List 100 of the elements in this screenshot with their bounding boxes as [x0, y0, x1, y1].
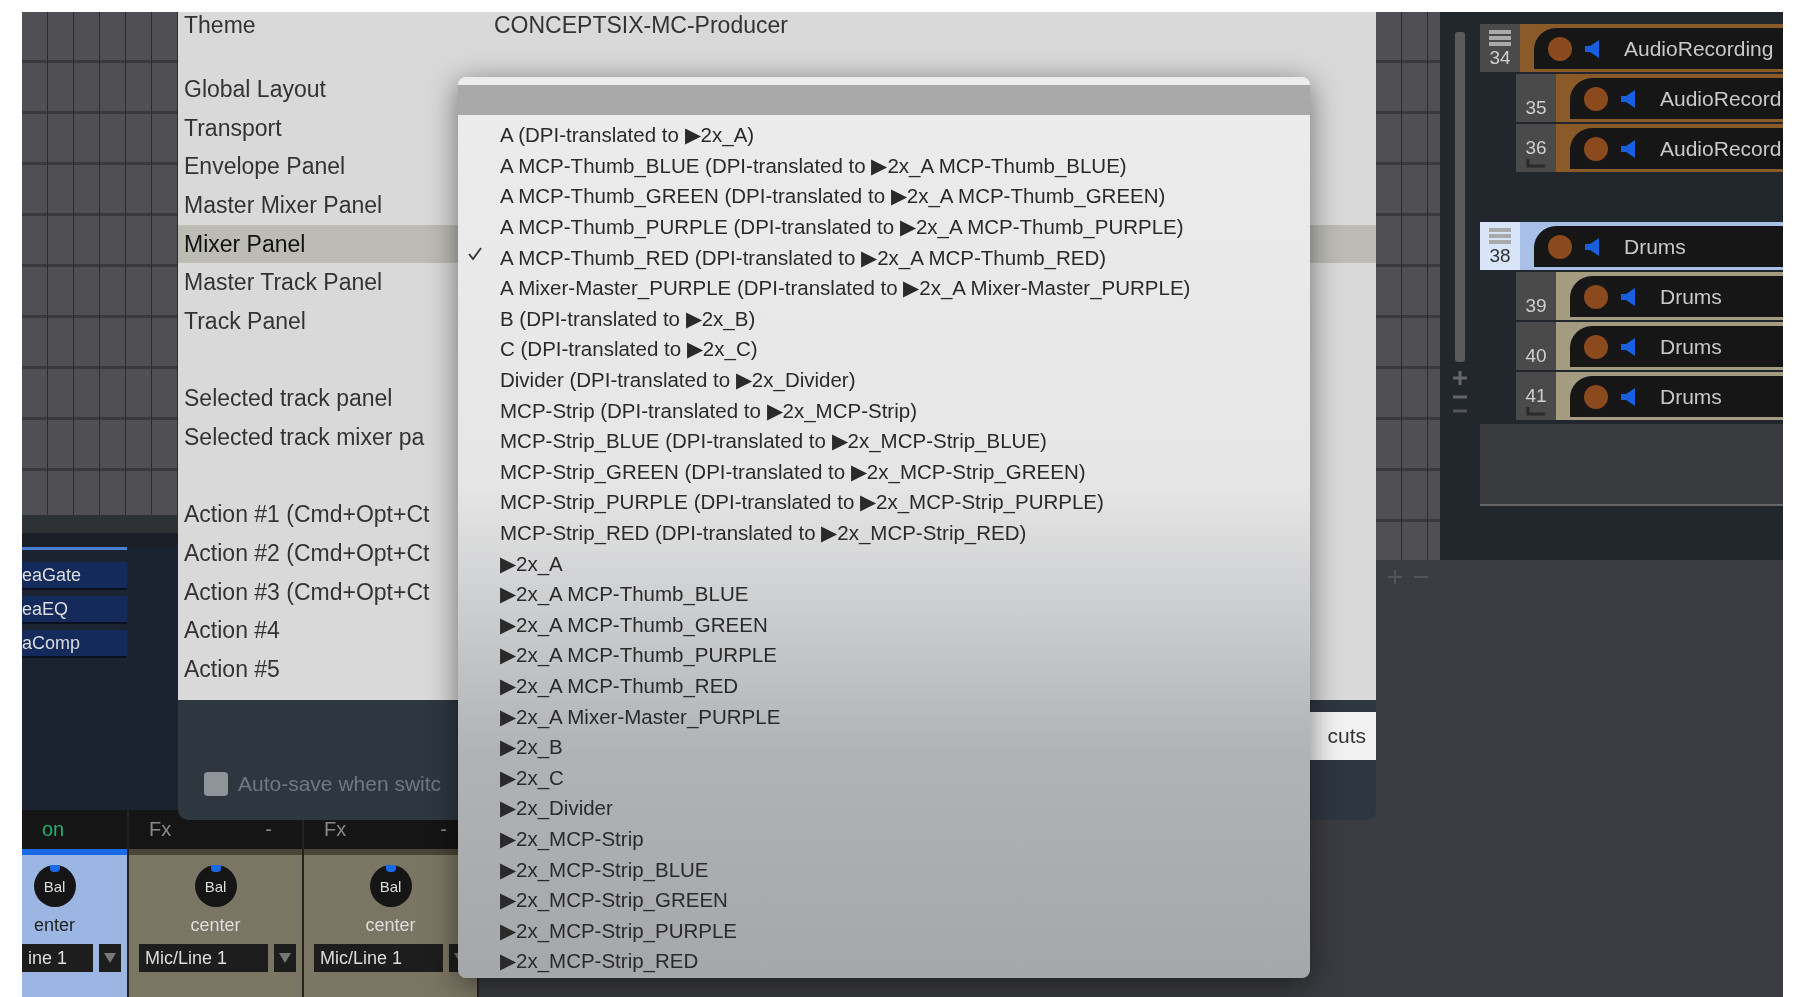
menu-item[interactable]: A MCP-Thumb_GREEN (DPI-translated to ▶2x_A MCP-Thumb_GREEN)	[458, 181, 1310, 212]
menu-item[interactable]: ▶2x_MCP-Strip	[458, 823, 1310, 855]
menu-item[interactable]: ▶2x_A	[458, 548, 1310, 579]
record-arm-button[interactable]	[1584, 384, 1608, 409]
checkmark-icon	[468, 247, 482, 262]
zoom-in-icon[interactable]	[1388, 570, 1402, 584]
speaker-icon[interactable]	[1620, 88, 1638, 109]
menu-item[interactable]: ▶2x_A MCP-Thumb_BLUE	[458, 578, 1310, 610]
menu-item[interactable]: A MCP-Thumb_BLUE (DPI-translated to ▶2x_A MCP-Thumb_BLUE)	[458, 150, 1310, 182]
record-arm-button[interactable]	[1584, 136, 1608, 161]
caret-icon	[279, 953, 291, 963]
menu-item[interactable]: MCP-Strip_PURPLE (DPI-translated to ▶2x_MCP-Strip_PURPLE)	[458, 487, 1310, 518]
track-name: AudioRecord	[1660, 86, 1782, 111]
zoom-out-icon[interactable]	[1452, 394, 1468, 400]
balance-knob[interactable]: Bal	[194, 865, 237, 907]
record-arm-button[interactable]	[1548, 234, 1572, 259]
menu-item[interactable]: MCP-Strip (DPI-translated to ▶2x_MCP-Strip)	[458, 395, 1310, 426]
theme-value: CONCEPTSIX-MC-Producer	[494, 12, 788, 39]
menu-item[interactable]: A (DPI-translated to ▶2x_A)	[458, 120, 1310, 151]
track-header[interactable]: Drums	[1556, 372, 1783, 420]
menu-item[interactable]: ▶2x_A MCP-Thumb_GREEN	[458, 609, 1310, 641]
menu-item[interactable]: A MCP-Thumb_PURPLE (DPI-translated to ▶2x_A MCP-Thumb_PURPLE)	[458, 211, 1310, 243]
menu-item[interactable]: Divider (DPI-translated to ▶2x_Divider)	[458, 364, 1310, 396]
record-arm-button[interactable]	[1584, 334, 1608, 359]
on-label[interactable]: on	[42, 818, 65, 841]
scrollbar[interactable]	[1455, 32, 1465, 362]
fx-slot[interactable]: aComp	[22, 630, 127, 658]
shortcuts-button[interactable]: cuts	[1310, 712, 1376, 760]
pan-value: enter	[34, 915, 75, 936]
menu-item[interactable]: C (DPI-translated to ▶2x_C)	[458, 334, 1310, 365]
track-number-box[interactable]: 41	[1516, 372, 1556, 420]
dropdown-button[interactable]	[274, 944, 296, 972]
fx-slot[interactable]: eaEQ	[22, 596, 127, 624]
menu-item[interactable]: A Mixer-Master_PURPLE (DPI-translated to ▶2x_A Mixer-Master_PURPLE)	[458, 272, 1310, 304]
folder-icon[interactable]	[1489, 227, 1511, 245]
track-number-box[interactable]: 34	[1480, 24, 1520, 72]
dash-label[interactable]: -	[265, 818, 272, 841]
track-header[interactable]: Drums	[1520, 222, 1783, 270]
menu-item[interactable]: ▶2x_C	[458, 762, 1310, 794]
zoom-in-icon[interactable]	[1452, 370, 1468, 386]
menu-item[interactable]: B (DPI-translated to ▶2x_B)	[458, 303, 1310, 335]
track-name: Drums	[1660, 334, 1722, 359]
folder-icon[interactable]	[1489, 29, 1511, 47]
menu-item[interactable]: MCP-Strip_BLUE (DPI-translated to ▶2x_MCP-Strip_BLUE)	[458, 425, 1310, 457]
speaker-icon[interactable]	[1584, 236, 1602, 257]
speaker-icon[interactable]	[1620, 138, 1638, 159]
speaker-icon[interactable]	[1620, 336, 1638, 357]
menu-item[interactable]: MCP-Strip_GREEN (DPI-translated to ▶2x_MCP-Strip_GREEN)	[458, 456, 1310, 488]
track-number: 38	[1489, 245, 1511, 267]
track-header[interactable]: AudioRecord	[1556, 74, 1783, 122]
menu-item[interactable]: ▶2x_MCP-Strip_GREEN	[458, 884, 1310, 916]
track-header[interactable]: AudioRecording	[1520, 24, 1783, 72]
balance-knob[interactable]: Bal	[33, 865, 76, 907]
pan-value: center	[190, 915, 241, 936]
dropdown-button[interactable]	[99, 944, 121, 972]
menu-item[interactable]: ▶2x_MCP-Strip_PURPLE	[458, 915, 1310, 947]
track-number: 41	[1525, 385, 1547, 407]
theme-label: Theme	[184, 12, 257, 39]
input-field[interactable]: Mic/Line 1	[139, 944, 268, 972]
record-arm-button[interactable]	[1584, 284, 1608, 309]
track-name: AudioRecording	[1624, 36, 1774, 61]
dash-label[interactable]: -	[440, 818, 447, 841]
track-number: 39	[1525, 295, 1547, 317]
track-header[interactable]: Drums	[1556, 272, 1783, 320]
caret-icon	[104, 953, 116, 963]
speaker-icon[interactable]	[1584, 38, 1602, 59]
track-number: 35	[1525, 97, 1547, 119]
track-name: Drums	[1660, 284, 1722, 309]
track-number-box[interactable]: 35	[1516, 74, 1556, 122]
menu-item[interactable]: ▶2x_A Mixer-Master_PURPLE	[458, 701, 1310, 732]
track-header[interactable]: Drums	[1556, 322, 1783, 370]
record-arm-button[interactable]	[1584, 86, 1608, 111]
track-number: 34	[1489, 47, 1511, 69]
menu-item[interactable]: ▶2x_Divider	[458, 793, 1310, 824]
speaker-icon[interactable]	[1620, 286, 1638, 307]
zoom-out-icon[interactable]	[1452, 408, 1468, 414]
menu-item[interactable]: ▶2x_A MCP-Thumb_PURPLE	[458, 640, 1310, 671]
menu-item[interactable]: ▶2x_MCP-Strip_BLUE	[458, 854, 1310, 885]
fx-label[interactable]: Fx	[149, 818, 172, 841]
track-number-box[interactable]: 36	[1516, 124, 1556, 172]
input-field[interactable]: Mic/Line 1	[314, 944, 443, 972]
record-arm-button[interactable]	[1548, 36, 1572, 61]
track-header[interactable]: AudioRecord	[1556, 124, 1783, 172]
track-name: Drums	[1624, 234, 1686, 259]
fx-slot[interactable]: eaGate	[22, 562, 127, 590]
speaker-icon[interactable]	[1620, 386, 1638, 407]
pan-value: center	[365, 915, 416, 936]
menu-item[interactable]: ▶2x_A MCP-Thumb_RED	[458, 670, 1310, 702]
menu-item[interactable]: MCP-Strip_RED (DPI-translated to ▶2x_MCP-Strip_RED)	[458, 517, 1310, 549]
input-field[interactable]: ine 1	[22, 944, 93, 972]
fx-label[interactable]: Fx	[324, 818, 347, 841]
menu-item[interactable]: ▶2x_B	[458, 731, 1310, 763]
track-number-box[interactable]: 40	[1516, 322, 1556, 370]
balance-knob[interactable]: Bal	[369, 865, 412, 907]
track-number-box[interactable]: 38	[1480, 222, 1520, 270]
folder-end-icon	[1525, 407, 1547, 417]
menu-item[interactable]: ▶2x_MCP-Strip_RED	[458, 946, 1310, 977]
menu-item[interactable]: A MCP-Thumb_RED (DPI-translated to ▶2x_A MCP-Thumb_RED)	[458, 242, 1310, 273]
track-number-box[interactable]: 39	[1516, 272, 1556, 320]
track-name: AudioRecord	[1660, 136, 1782, 161]
